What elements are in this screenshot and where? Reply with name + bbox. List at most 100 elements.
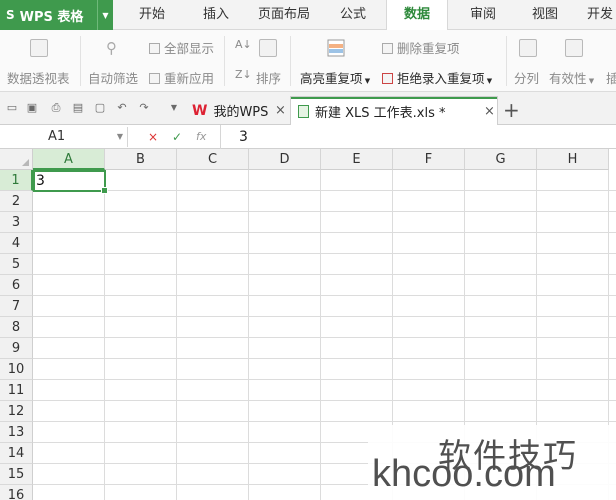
reapply-icon bbox=[149, 73, 160, 84]
column-header-b[interactable]: B bbox=[105, 149, 177, 170]
ribbon: 数据透视表 ⚲ 自动筛选 全部显示 重新应用 A↓ Z↓ 排序 高亮重复项 ▼ … bbox=[0, 30, 616, 92]
reject-duplicates-label: 拒绝录入重复项 bbox=[397, 71, 485, 86]
split-column-button[interactable]: 分列 bbox=[514, 68, 539, 87]
close-icon[interactable]: × bbox=[275, 103, 286, 118]
app-title: WPS 表格 bbox=[19, 9, 84, 25]
add-tab-icon[interactable]: + bbox=[503, 98, 520, 122]
xls-file-icon bbox=[298, 104, 309, 118]
preview-icon[interactable]: ▤ bbox=[72, 102, 84, 114]
formula-input[interactable]: 3 bbox=[220, 125, 616, 149]
row-header-3[interactable]: 3 bbox=[0, 212, 33, 233]
row-header-10[interactable]: 10 bbox=[0, 359, 33, 380]
validity-button[interactable]: 有效性 ▼ bbox=[549, 68, 594, 87]
row-header-9[interactable]: 9 bbox=[0, 338, 33, 359]
delete-duplicates-icon bbox=[382, 43, 393, 54]
confirm-icon[interactable]: ✓ bbox=[172, 129, 182, 145]
column-header-f[interactable]: F bbox=[393, 149, 465, 170]
ribbon-divider bbox=[80, 36, 81, 86]
cancel-icon[interactable]: × bbox=[148, 129, 158, 145]
export-icon[interactable]: ▢ bbox=[94, 102, 106, 114]
highlight-duplicates-button[interactable]: 高亮重复项 ▼ bbox=[300, 68, 370, 87]
tab-data[interactable]: 数据 bbox=[386, 0, 448, 31]
row-header-2[interactable]: 2 bbox=[0, 191, 33, 212]
row-header-6[interactable]: 6 bbox=[0, 275, 33, 296]
row-header-14[interactable]: 14 bbox=[0, 443, 33, 464]
watermark-en: khcoo.com bbox=[372, 453, 556, 495]
row-header-16[interactable]: 16 bbox=[0, 485, 33, 500]
reject-duplicates-button[interactable]: 拒绝录入重复项 ▼ bbox=[382, 68, 492, 87]
row-header-7[interactable]: 7 bbox=[0, 296, 33, 317]
insert-partial-button[interactable]: 插 bbox=[606, 68, 616, 87]
column-header-d[interactable]: D bbox=[249, 149, 321, 170]
redo-icon[interactable]: ↷ bbox=[138, 102, 150, 114]
ribbon-divider bbox=[506, 36, 507, 86]
menu-bar: S WPS 表格 ▼ 开始 插入 页面布局 公式 数据 审阅 视图 开发 bbox=[0, 0, 616, 31]
doc-tab-label: 新建 XLS 工作表.xls * bbox=[315, 105, 446, 121]
chevron-down-icon: ▼ bbox=[586, 77, 595, 85]
delete-duplicates-label: 删除重复项 bbox=[397, 41, 460, 56]
row-header-11[interactable]: 11 bbox=[0, 380, 33, 401]
tab-start[interactable]: 开始 bbox=[126, 0, 178, 30]
row-header-12[interactable]: 12 bbox=[0, 401, 33, 422]
chevron-down-icon[interactable]: ▼ bbox=[117, 127, 123, 147]
print-icon[interactable]: ⎙ bbox=[50, 102, 62, 114]
dropdown-icon[interactable]: ▼ bbox=[97, 0, 113, 30]
column-header-c[interactable]: C bbox=[177, 149, 249, 170]
row-header-13[interactable]: 13 bbox=[0, 422, 33, 443]
sort-desc-icon[interactable]: Z↓ bbox=[235, 68, 252, 81]
folder-icon[interactable]: ▭ bbox=[6, 102, 18, 114]
show-all-button[interactable]: 全部显示 bbox=[149, 38, 214, 57]
tab-review[interactable]: 审阅 bbox=[460, 0, 506, 30]
tab-developer[interactable]: 开发 bbox=[584, 0, 616, 30]
close-icon[interactable]: × bbox=[484, 104, 495, 119]
undo-icon[interactable]: ↶ bbox=[116, 102, 128, 114]
select-all-button[interactable] bbox=[0, 149, 33, 170]
row-header-4[interactable]: 4 bbox=[0, 233, 33, 254]
tab-page-layout[interactable]: 页面布局 bbox=[252, 0, 316, 30]
show-all-label: 全部显示 bbox=[164, 41, 215, 56]
validity-label: 有效性 bbox=[549, 71, 587, 86]
save-icon[interactable]: ▣ bbox=[26, 102, 38, 114]
validity-icon bbox=[565, 39, 583, 57]
row-header-1[interactable]: 1 bbox=[0, 170, 33, 191]
split-column-icon bbox=[519, 39, 537, 57]
column-header-g[interactable]: G bbox=[465, 149, 537, 170]
delete-duplicates-button[interactable]: 删除重复项 bbox=[382, 38, 460, 57]
tab-insert[interactable]: 插入 bbox=[192, 0, 240, 30]
highlight-duplicates-icon bbox=[327, 39, 345, 57]
row-header-8[interactable]: 8 bbox=[0, 317, 33, 338]
row-header-15[interactable]: 15 bbox=[0, 464, 33, 485]
pivot-table-button[interactable]: 数据透视表 bbox=[7, 68, 70, 87]
column-header-a[interactable]: A bbox=[33, 149, 105, 170]
show-all-icon bbox=[149, 43, 160, 54]
tab-view[interactable]: 视图 bbox=[522, 0, 568, 30]
wps-logo-icon: S bbox=[6, 8, 15, 22]
sort-icon bbox=[259, 39, 277, 57]
chevron-down-icon: ▼ bbox=[362, 77, 371, 85]
ribbon-divider bbox=[224, 36, 225, 86]
column-header-e[interactable]: E bbox=[321, 149, 393, 170]
fx-icon[interactable]: fx bbox=[196, 129, 206, 145]
pivot-table-icon bbox=[30, 39, 48, 57]
app-menu-button[interactable]: S WPS 表格 ▼ bbox=[0, 0, 113, 30]
row-header-5[interactable]: 5 bbox=[0, 254, 33, 275]
sort-asc-icon[interactable]: A↓ bbox=[235, 38, 252, 51]
reapply-button[interactable]: 重新应用 bbox=[149, 68, 214, 87]
more-dropdown-icon[interactable]: ▼ bbox=[168, 102, 180, 114]
name-box[interactable]: A1 ▼ bbox=[4, 127, 128, 147]
cell-a1[interactable]: 3 bbox=[33, 170, 108, 194]
cell-reference: A1 bbox=[48, 129, 66, 144]
tab-formula[interactable]: 公式 bbox=[330, 0, 376, 30]
auto-filter-button[interactable]: 自动筛选 bbox=[88, 68, 138, 87]
filter-icon: ⚲ bbox=[106, 39, 117, 57]
wps-logo-icon: W bbox=[192, 102, 208, 119]
column-header-h[interactable]: H bbox=[537, 149, 609, 170]
highlight-duplicates-label: 高亮重复项 bbox=[300, 71, 363, 86]
doc-tab-mywps[interactable]: W 我的WPS × bbox=[186, 96, 290, 125]
reapply-label: 重新应用 bbox=[164, 71, 215, 86]
reject-duplicates-icon bbox=[382, 73, 393, 84]
chevron-down-icon: ▼ bbox=[484, 77, 493, 85]
doc-tab-label: 我的WPS bbox=[213, 105, 269, 120]
doc-tab-active[interactable]: 新建 XLS 工作表.xls * × bbox=[290, 96, 498, 125]
sort-button[interactable]: 排序 bbox=[256, 68, 281, 87]
